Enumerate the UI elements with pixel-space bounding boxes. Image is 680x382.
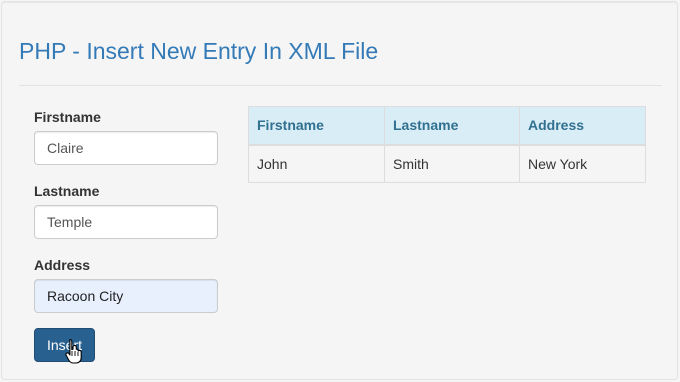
entries-table: Firstname Lastname Address John Smith Ne… (248, 106, 646, 183)
firstname-input[interactable] (34, 131, 218, 165)
table-row: John Smith New York (248, 144, 646, 183)
lastname-input[interactable] (34, 205, 218, 239)
lastname-label: Lastname (34, 183, 100, 199)
column-header-address: Address (519, 106, 646, 146)
cell-firstname: John (248, 144, 385, 183)
address-input[interactable] (34, 279, 218, 313)
hand-pointer-icon (65, 338, 82, 364)
column-header-firstname: Firstname (248, 106, 385, 146)
cell-address: New York (519, 144, 646, 183)
firstname-label: Firstname (34, 109, 101, 125)
address-label: Address (34, 257, 91, 273)
table-header-row: Firstname Lastname Address (248, 106, 646, 146)
divider (19, 85, 662, 86)
column-header-lastname: Lastname (384, 106, 520, 146)
page-title: PHP - Insert New Entry In XML File (19, 38, 379, 64)
cell-lastname: Smith (384, 144, 520, 183)
